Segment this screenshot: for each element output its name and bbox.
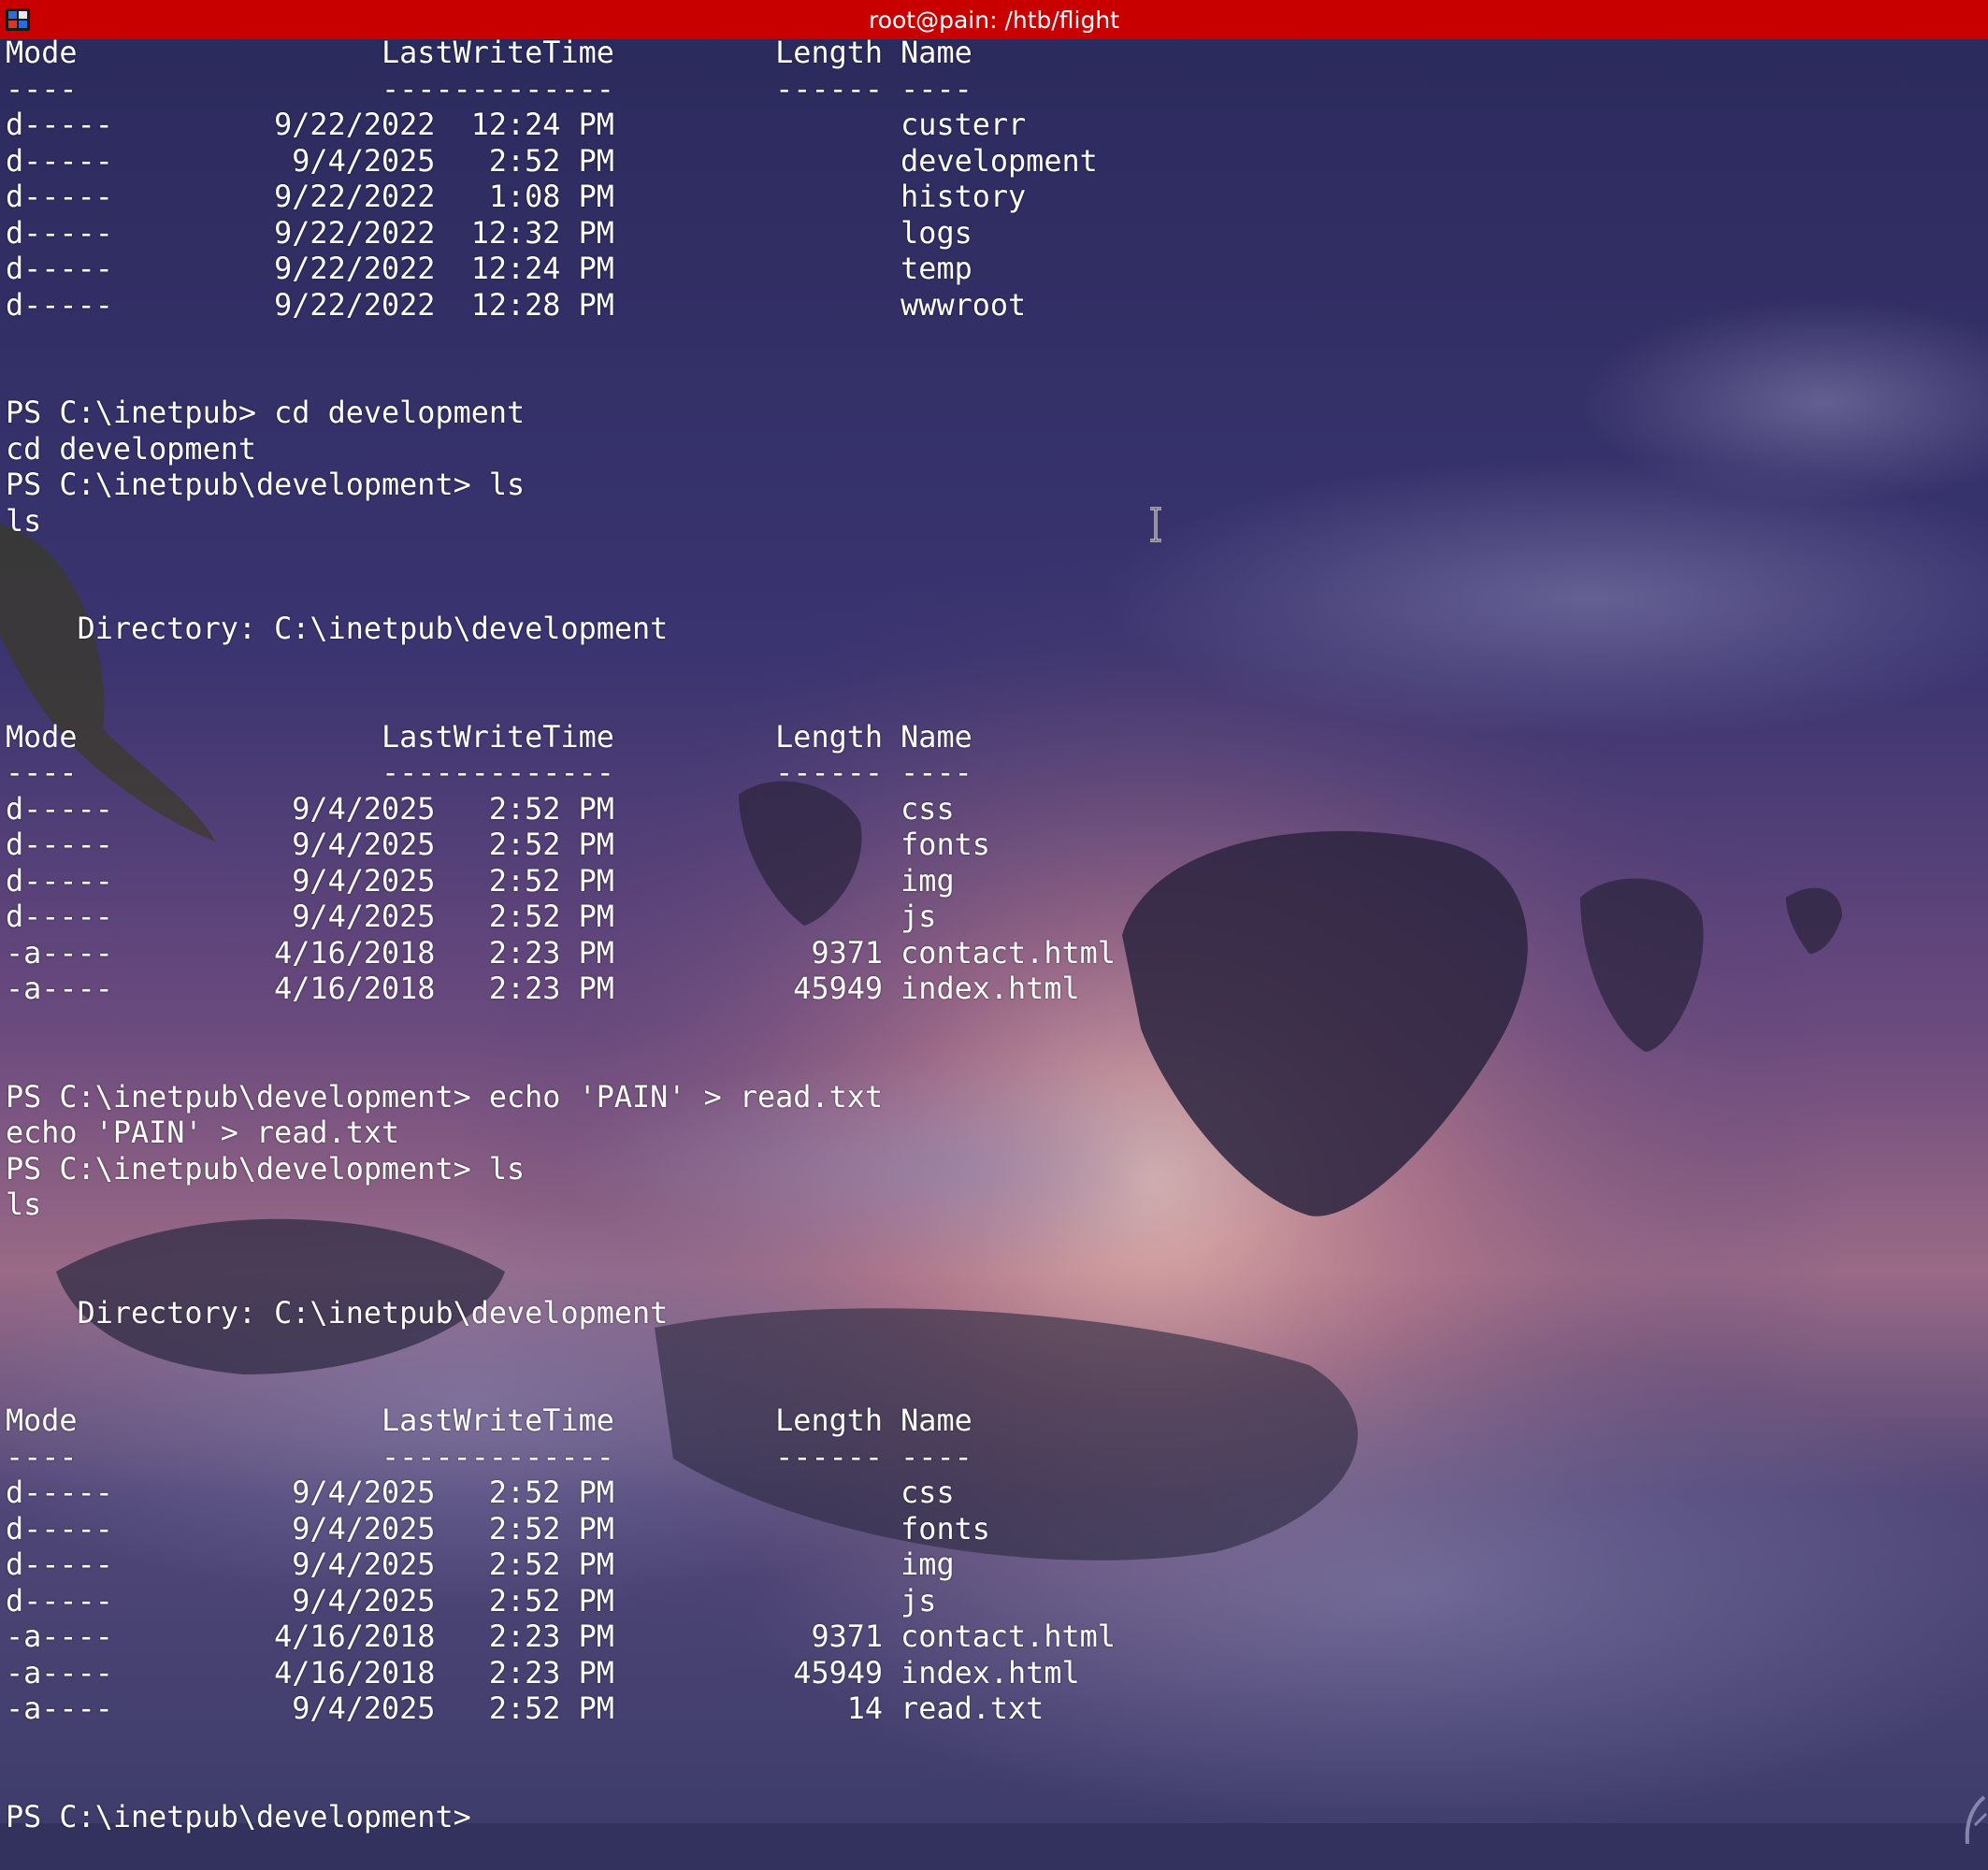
terminal-line: Mode LastWriteTime Length Name [6,36,972,70]
text-cursor-icon [1150,507,1161,542]
terminal-line: PS C:\inetpub> cd development [6,396,526,430]
terminal-line: ---- ------------- ------ ---- [6,71,972,107]
terminal-line: -a---- 4/16/2018 2:23 PM 9371 contact.ht… [6,1619,1116,1654]
terminal-line: -a---- 4/16/2018 2:23 PM 45949 index.htm… [6,1655,1080,1690]
terminal-line: d----- 9/22/2022 1:08 PM history [6,180,1027,214]
terminal-line: d----- 9/4/2025 2:52 PM js [6,899,937,934]
terminal-line: d----- 9/4/2025 2:52 PM img [6,863,955,899]
terminal-line: ls [6,1187,42,1222]
terminal-line: PS C:\inetpub\development> ls [6,1151,526,1187]
terminal-line: ---- ------------- ------ ---- [6,1439,972,1474]
terminal-line: Directory: C:\inetpub\development [6,611,669,646]
terminal-line: Directory: C:\inetpub\development [6,1295,669,1331]
terminal-line: Mode LastWriteTime Length Name [6,719,972,755]
terminal-line: d----- 9/4/2025 2:52 PM fonts [6,1511,990,1546]
terminal-line: ls [6,503,42,539]
terminal-line: d----- 9/22/2022 12:28 PM wwwroot [6,287,1027,323]
terminal-line: d----- 9/4/2025 2:52 PM css [6,791,955,827]
terminal-line: -a---- 9/4/2025 2:52 PM 14 read.txt [6,1691,1044,1726]
window-title: root@pain: /htb/flight [868,7,1120,34]
terminal-line: ---- ------------- ------ ---- [6,755,972,790]
terminal-line: PS C:\inetpub\development> ls [6,468,526,502]
terminal-line: PS C:\inetpub\development> echo 'PAIN' >… [6,1079,884,1115]
terminal-line: d----- 9/4/2025 2:52 PM js [6,1583,937,1618]
terminal-line: PS C:\inetpub\development> [6,1799,489,1834]
terminal-line: d----- 9/22/2022 12:24 PM temp [6,252,972,286]
terminal-line: d----- 9/22/2022 12:32 PM logs [6,215,972,251]
terminal-line: echo 'PAIN' > read.txt [6,1115,400,1150]
corner-grip-icon[interactable] [1956,1788,1988,1853]
terminal-line: -a---- 4/16/2018 2:23 PM 9371 contact.ht… [6,935,1116,971]
terminal-line: -a---- 4/16/2018 2:23 PM 45949 index.htm… [6,971,1080,1006]
terminal-line: d----- 9/4/2025 2:52 PM development [6,143,1098,179]
window-titlebar[interactable]: root@pain: /htb/flight [0,0,1988,39]
terminal-line: Mode LastWriteTime Length Name [6,1403,972,1438]
terminal-line: d----- 9/4/2025 2:52 PM img [6,1547,955,1582]
terminal-line: d----- 9/22/2022 12:24 PM custerr [6,108,1027,142]
terminal-line: d----- 9/4/2025 2:52 PM css [6,1475,955,1510]
terminal-line: d----- 9/4/2025 2:52 PM fonts [6,827,990,862]
terminal-line: cd development [6,431,257,467]
terminal-output[interactable]: Mode LastWriteTime Length Name ---- -----… [6,36,1979,1835]
